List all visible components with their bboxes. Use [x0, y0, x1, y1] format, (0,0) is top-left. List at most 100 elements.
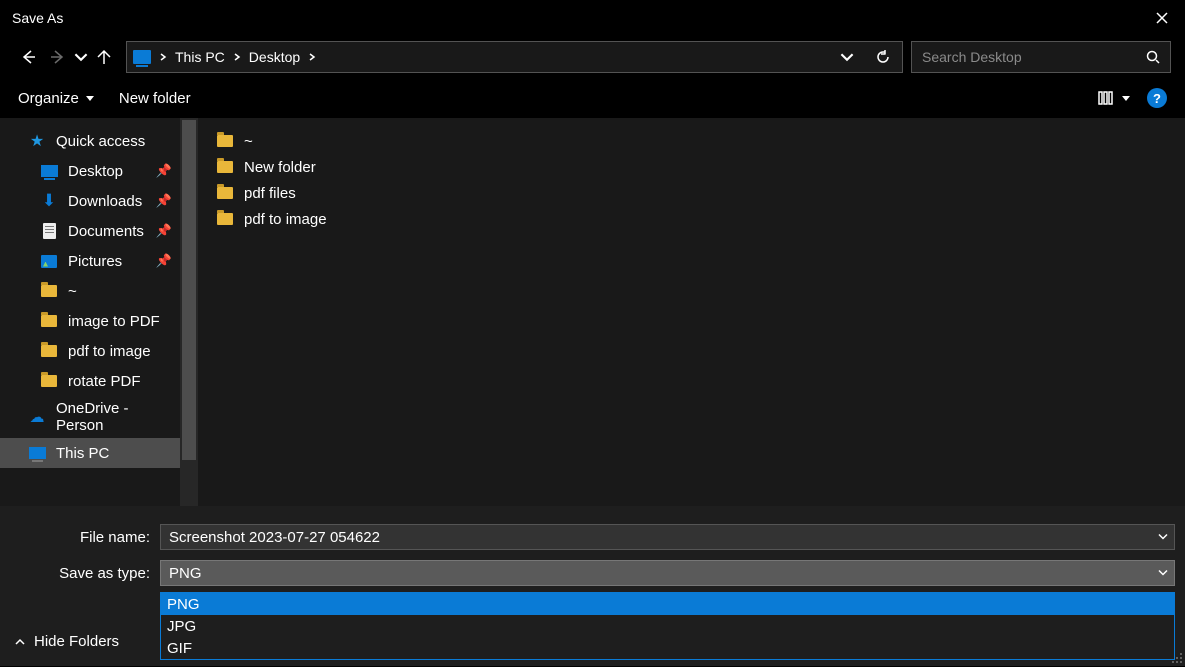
chevron-down-icon: [1158, 532, 1168, 542]
hide-folders-label: Hide Folders: [34, 633, 119, 650]
view-options-button[interactable]: [1097, 89, 1131, 107]
sidebar-item-pictures[interactable]: Pictures 📌: [0, 246, 180, 276]
sidebar-item-documents[interactable]: Documents 📌: [0, 216, 180, 246]
sidebar-item-label: Documents: [68, 223, 144, 240]
sidebar-onedrive-label: OneDrive - Person: [56, 400, 180, 434]
file-name: pdf files: [244, 185, 296, 202]
list-item[interactable]: pdf files: [216, 180, 1169, 206]
folder-icon: [216, 159, 234, 175]
pin-icon: 📌: [156, 253, 172, 269]
sidebar-item-folder[interactable]: rotate PDF: [0, 366, 180, 396]
sidebar-scrollbar[interactable]: [180, 118, 198, 506]
file-name-dropdown-button[interactable]: [1158, 529, 1168, 546]
search-icon: [1146, 50, 1160, 64]
chevron-down-icon: [840, 50, 854, 64]
star-icon: ★: [28, 133, 46, 149]
pin-icon: 📌: [156, 163, 172, 179]
bottom-panel: File name: Save as type: PNG PNG JPG GIF…: [0, 506, 1185, 666]
main-area: ★ Quick access Desktop 📌 ⬇ Downloads 📌 D…: [0, 118, 1185, 506]
pc-icon: [28, 445, 46, 461]
folder-icon: [216, 211, 234, 227]
file-name: New folder: [244, 159, 316, 176]
caret-down-icon: [1121, 93, 1131, 103]
folder-icon: [40, 373, 58, 389]
arrow-up-icon: [96, 49, 112, 65]
back-button[interactable]: [14, 43, 42, 71]
recent-locations-button[interactable]: [74, 43, 88, 71]
file-name: ~: [244, 133, 253, 150]
file-name-input[interactable]: [169, 525, 1166, 549]
save-type-value: PNG: [169, 565, 202, 582]
breadcrumb-root[interactable]: This PC: [175, 49, 225, 65]
close-button[interactable]: [1139, 0, 1185, 36]
scrollbar-thumb[interactable]: [182, 120, 196, 460]
refresh-icon: [876, 50, 890, 64]
up-button[interactable]: [90, 43, 118, 71]
chevron-down-icon: [74, 49, 88, 65]
save-type-dropdown-button[interactable]: [1158, 565, 1168, 582]
save-type-dropdown[interactable]: PNG JPG GIF: [160, 592, 1175, 660]
dropdown-option[interactable]: GIF: [161, 637, 1174, 659]
save-type-row: Save as type: PNG: [10, 558, 1175, 588]
new-folder-button[interactable]: New folder: [119, 90, 191, 107]
cloud-icon: ☁: [28, 409, 46, 425]
organize-label: Organize: [18, 90, 79, 107]
window-title: Save As: [12, 10, 63, 26]
address-dropdown-button[interactable]: [834, 44, 860, 70]
sidebar-item-folder[interactable]: image to PDF: [0, 306, 180, 336]
chevron-up-icon: [14, 636, 26, 648]
sidebar-container: ★ Quick access Desktop 📌 ⬇ Downloads 📌 D…: [0, 118, 200, 506]
sidebar-item-label: pdf to image: [68, 343, 151, 360]
nav-arrows: [14, 43, 118, 71]
refresh-button[interactable]: [870, 44, 896, 70]
list-item[interactable]: pdf to image: [216, 206, 1169, 232]
folder-icon: [40, 283, 58, 299]
search-input[interactable]: [922, 49, 1146, 65]
desktop-icon: [40, 163, 58, 179]
arrow-right-icon: [50, 49, 66, 65]
titlebar: Save As: [0, 0, 1185, 36]
address-bar[interactable]: This PC Desktop: [126, 41, 903, 73]
caret-down-icon: [85, 93, 95, 103]
organize-button[interactable]: Organize: [18, 90, 95, 107]
sidebar-quick-access[interactable]: ★ Quick access: [0, 126, 180, 156]
hide-folders-button[interactable]: Hide Folders: [14, 633, 119, 650]
sidebar-item-label: image to PDF: [68, 313, 160, 330]
chevron-right-icon: [159, 50, 167, 64]
navigation-bar: This PC Desktop: [0, 36, 1185, 78]
dropdown-option[interactable]: PNG: [161, 593, 1174, 615]
download-icon: ⬇: [40, 193, 58, 209]
save-type-select[interactable]: PNG: [160, 560, 1175, 586]
search-box[interactable]: [911, 41, 1171, 73]
sidebar-item-label: Desktop: [68, 163, 123, 180]
sidebar-item-folder[interactable]: pdf to image: [0, 336, 180, 366]
folder-icon: [40, 313, 58, 329]
folder-icon: [216, 133, 234, 149]
sidebar-item-desktop[interactable]: Desktop 📌: [0, 156, 180, 186]
list-item[interactable]: New folder: [216, 154, 1169, 180]
help-button[interactable]: ?: [1147, 88, 1167, 108]
sidebar: ★ Quick access Desktop 📌 ⬇ Downloads 📌 D…: [0, 118, 180, 506]
folder-icon: [40, 343, 58, 359]
sidebar-this-pc[interactable]: This PC: [0, 438, 180, 468]
view-icon: [1097, 89, 1115, 107]
forward-button[interactable]: [44, 43, 72, 71]
file-list[interactable]: ~ New folder pdf files pdf to image: [200, 118, 1185, 506]
document-icon: [40, 223, 58, 239]
sidebar-item-label: ~: [68, 283, 77, 300]
list-item[interactable]: ~: [216, 128, 1169, 154]
arrow-left-icon: [20, 49, 36, 65]
file-name: pdf to image: [244, 211, 327, 228]
sidebar-item-folder[interactable]: ~: [0, 276, 180, 306]
file-name-input-wrap[interactable]: [160, 524, 1175, 550]
close-icon: [1156, 12, 1168, 24]
dropdown-option[interactable]: JPG: [161, 615, 1174, 637]
new-folder-label: New folder: [119, 90, 191, 107]
toolbar: Organize New folder ?: [0, 78, 1185, 118]
sidebar-onedrive[interactable]: ☁ OneDrive - Person: [0, 402, 180, 432]
pin-icon: 📌: [156, 193, 172, 209]
folder-icon: [216, 185, 234, 201]
sidebar-item-label: Downloads: [68, 193, 142, 210]
sidebar-item-downloads[interactable]: ⬇ Downloads 📌: [0, 186, 180, 216]
breadcrumb-current[interactable]: Desktop: [249, 49, 300, 65]
